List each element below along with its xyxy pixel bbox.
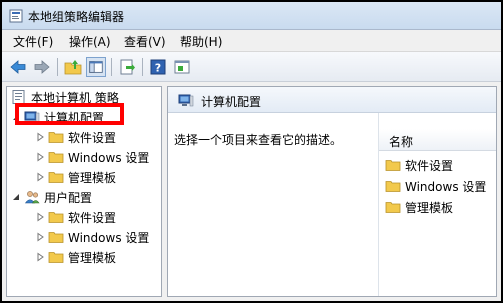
expand-triangle-icon[interactable] (35, 152, 45, 162)
tree-item-label: Windows 设置 (68, 230, 150, 245)
tree-item-label: 管理模板 (68, 250, 117, 265)
menu-bar: 文件(F) 操作(A) 查看(V) 帮助(H) (2, 30, 501, 52)
tree-item-label: 用户配置 (44, 190, 93, 205)
tree-pane: 本地计算机 策略 计算机配置 软件设置 Windows 设置 管理模板 用户配置… (6, 86, 162, 297)
menu-view[interactable]: 查看(V) (124, 33, 166, 50)
column-header-name[interactable]: 名称 (379, 129, 496, 151)
tree-item-user-software-settings[interactable]: 软件设置 (35, 207, 116, 227)
collapse-triangle-icon[interactable] (11, 112, 21, 122)
policy-editor-app-icon (9, 9, 23, 23)
properties-icon[interactable] (172, 57, 192, 77)
items-list: 名称 软件设置 Windows 设置 管理模板 (378, 113, 496, 296)
expand-triangle-icon[interactable] (35, 172, 45, 182)
export-list-icon[interactable] (117, 57, 137, 77)
folder-icon (48, 132, 64, 143)
tree-item-label: 管理模板 (68, 170, 117, 185)
tree-item-label: Windows 设置 (68, 150, 150, 165)
forward-arrow-icon[interactable] (32, 57, 52, 77)
title-bar: 本地组策略编辑器 (2, 2, 501, 30)
folder-icon (48, 232, 64, 243)
tree-item-label: 软件设置 (68, 210, 117, 225)
toolbar-separator (57, 58, 58, 76)
expand-triangle-icon[interactable] (35, 212, 45, 222)
list-item-software-settings[interactable]: 软件设置 (385, 155, 453, 175)
expand-triangle-icon[interactable] (35, 232, 45, 242)
tree-item-computer-config[interactable]: 计算机配置 (11, 107, 104, 127)
tree-item-windows-settings[interactable]: Windows 设置 (35, 147, 149, 167)
policy-document-icon (12, 90, 25, 104)
tree-root[interactable]: 本地计算机 策略 (11, 87, 119, 107)
list-item-label: 软件设置 (405, 158, 454, 173)
tree-item-user-config[interactable]: 用户配置 (11, 187, 92, 207)
details-pane: 计算机配置 选择一个项目来查看它的描述。 名称 软件设置 Windows 设置 (167, 86, 497, 297)
toolbar-separator (111, 58, 112, 76)
menu-file[interactable]: 文件(F) (13, 33, 53, 50)
tree-item-label: 计算机配置 (44, 110, 105, 125)
folder-icon (385, 181, 401, 192)
details-header-title: 计算机配置 (201, 95, 262, 109)
list-item-admin-templates[interactable]: 管理模板 (385, 197, 453, 217)
show-hide-tree-icon[interactable] (86, 57, 106, 77)
tree-item-label: 软件设置 (68, 130, 117, 145)
list-item-label: 管理模板 (405, 200, 454, 215)
toolbar-separator (142, 58, 143, 76)
computer-icon (178, 94, 194, 107)
menu-help[interactable]: 帮助(H) (180, 33, 222, 50)
help-icon[interactable]: ? (148, 57, 168, 77)
menu-action[interactable]: 操作(A) (69, 33, 111, 50)
folder-icon (385, 160, 401, 171)
expand-triangle-icon[interactable] (35, 132, 45, 142)
folder-icon (48, 152, 64, 163)
computer-icon (24, 111, 40, 124)
up-folder-icon[interactable] (63, 57, 83, 77)
tree-item-software-settings[interactable]: 软件设置 (35, 127, 116, 147)
back-arrow-icon[interactable] (8, 57, 28, 77)
editor-window: 本地组策略编辑器 文件(F) 操作(A) 查看(V) 帮助(H) ? 本地计算机… (2, 2, 501, 301)
folder-icon (48, 252, 64, 263)
folder-icon (48, 172, 64, 183)
svg-text:?: ? (155, 62, 161, 75)
folder-icon (48, 212, 64, 223)
details-header: 计算机配置 (168, 87, 496, 113)
description-text: 选择一个项目来查看它的描述。 (174, 133, 343, 147)
tree-item-user-admin-templates[interactable]: 管理模板 (35, 247, 116, 267)
column-header-label: 名称 (389, 135, 414, 149)
expand-triangle-icon[interactable] (35, 252, 45, 262)
window-title: 本地组策略编辑器 (28, 10, 125, 24)
list-item-label: Windows 设置 (405, 179, 487, 194)
toolbar: ? (2, 52, 501, 82)
list-item-windows-settings[interactable]: Windows 设置 (385, 176, 486, 196)
tree-item-admin-templates[interactable]: 管理模板 (35, 167, 116, 187)
users-icon (24, 191, 40, 204)
tree-root-label: 本地计算机 策略 (31, 90, 119, 105)
collapse-triangle-icon[interactable] (11, 192, 21, 202)
folder-icon (385, 202, 401, 213)
tree-item-user-windows-settings[interactable]: Windows 设置 (35, 227, 149, 247)
